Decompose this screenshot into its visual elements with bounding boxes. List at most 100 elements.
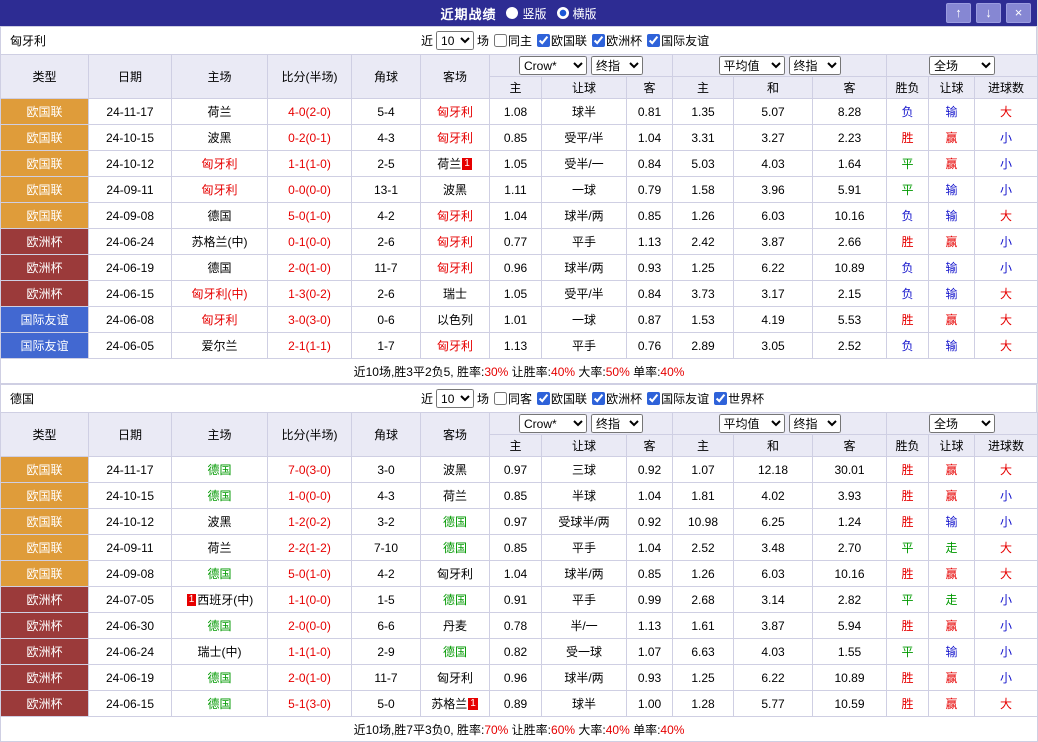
away-team: 匈牙利 <box>421 333 490 359</box>
asian-odds-value: 0.87 <box>627 307 673 333</box>
competition-badge: 欧国联 <box>1 177 89 203</box>
sub-column-header: 进球数 <box>975 435 1038 457</box>
home-team: 爱尔兰 <box>172 333 268 359</box>
average-select[interactable]: 平均值 <box>719 414 785 433</box>
odds-company-select[interactable]: Crow* <box>519 414 587 433</box>
asian-odds-value: 球半/两 <box>542 255 627 281</box>
filter-checkbox-input[interactable] <box>647 34 660 47</box>
filter-checkbox[interactable]: 国际友谊 <box>647 32 709 49</box>
filter-checkbox[interactable]: 欧国联 <box>537 390 587 407</box>
asian-odds-value: 半球 <box>542 483 627 509</box>
filter-checkbox[interactable]: 同客 <box>494 390 532 407</box>
column-header: 日期 <box>89 55 172 99</box>
match-row: 欧洲杯24-06-15匈牙利(中)1-3(0-2)2-6瑞士1.05受平/半0.… <box>1 281 1038 307</box>
column-header: 比分(半场) <box>268 55 352 99</box>
asian-odds-value: 1.13 <box>627 229 673 255</box>
euro-odds-value: 4.02 <box>734 483 813 509</box>
match-date: 24-10-12 <box>89 151 172 177</box>
corners: 0-6 <box>352 307 421 333</box>
filter-checkbox[interactable]: 欧洲杯 <box>592 390 642 407</box>
result-value: 胜 <box>887 691 929 717</box>
filter-checkbox[interactable]: 国际友谊 <box>647 390 709 407</box>
score: 0-1(0-0) <box>268 229 352 255</box>
euro-odds-value: 3.87 <box>734 613 813 639</box>
filter-checkbox-input[interactable] <box>714 392 727 405</box>
asian-odds-value: 受一球 <box>542 639 627 665</box>
radio-horizontal-input[interactable] <box>557 7 569 19</box>
competition-badge: 欧洲杯 <box>1 691 89 717</box>
competition-badge: 欧洲杯 <box>1 281 89 307</box>
competition-badge: 欧洲杯 <box>1 255 89 281</box>
euro-odds-value: 3.05 <box>734 333 813 359</box>
filter-checkbox[interactable]: 同主 <box>494 32 532 49</box>
home-team: 瑞士(中) <box>172 639 268 665</box>
radio-vertical-input[interactable] <box>506 7 518 19</box>
asian-odds-value: 一球 <box>542 177 627 203</box>
filter-label: 欧洲杯 <box>606 32 642 49</box>
euro-odds-value: 10.16 <box>813 203 887 229</box>
filter-checkbox-input[interactable] <box>494 392 507 405</box>
radio-vertical-layout[interactable]: 竖版 <box>506 5 546 22</box>
filter-checkbox-input[interactable] <box>537 34 550 47</box>
asian-odds-value: 0.93 <box>627 255 673 281</box>
scope-header: 全场 <box>887 55 1038 77</box>
corners: 13-1 <box>352 177 421 203</box>
match-row: 欧洲杯24-06-19德国2-0(1-0)11-7匈牙利0.96球半/两0.93… <box>1 255 1038 281</box>
corners: 3-0 <box>352 457 421 483</box>
euro-odds-header: 平均值终指 <box>673 55 887 77</box>
euro-final-select[interactable]: 终指 <box>789 56 841 75</box>
odds-final-select[interactable]: 终指 <box>591 56 643 75</box>
games-label: 场 <box>477 390 489 407</box>
odds-company-select[interactable]: Crow* <box>519 56 587 75</box>
asian-odds-value: 0.76 <box>627 333 673 359</box>
column-header: 角球 <box>352 55 421 99</box>
move-down-button[interactable]: ↓ <box>976 3 1001 23</box>
euro-odds-value: 10.89 <box>813 255 887 281</box>
column-header: 客场 <box>421 55 490 99</box>
close-button[interactable]: × <box>1006 3 1031 23</box>
competition-badge: 欧国联 <box>1 561 89 587</box>
radio-horizontal-layout[interactable]: 横版 <box>557 5 597 22</box>
asian-odds-value: 1.13 <box>490 333 542 359</box>
away-team: 荷兰1 <box>421 151 490 177</box>
away-team: 瑞士 <box>421 281 490 307</box>
filter-checkbox[interactable]: 欧洲杯 <box>592 32 642 49</box>
filter-checkbox-input[interactable] <box>647 392 660 405</box>
average-select[interactable]: 平均值 <box>719 56 785 75</box>
recent-count-select[interactable]: 10 <box>436 31 474 50</box>
scope-select[interactable]: 全场 <box>929 56 995 75</box>
summary-text: 近10场,胜7平3负0, 胜率:70% 让胜率:60% 大率:40% 单率:40… <box>1 717 1038 742</box>
filter-checkbox-input[interactable] <box>592 392 605 405</box>
sub-column-header: 让球 <box>929 435 975 457</box>
recent-count-select[interactable]: 10 <box>436 389 474 408</box>
column-header: 类型 <box>1 55 89 99</box>
euro-odds-value: 1.25 <box>673 255 734 281</box>
result-value: 胜 <box>887 307 929 333</box>
filter-checkbox-input[interactable] <box>592 34 605 47</box>
result-value: 负 <box>887 203 929 229</box>
match-row: 欧国联24-11-17德国7-0(3-0)3-0波黑0.97三球0.921.07… <box>1 457 1038 483</box>
euro-final-select[interactable]: 终指 <box>789 414 841 433</box>
euro-odds-value: 1.64 <box>813 151 887 177</box>
result-value: 大 <box>975 535 1038 561</box>
move-up-button[interactable]: ↑ <box>946 3 971 23</box>
filter-checkbox[interactable]: 世界杯 <box>714 390 764 407</box>
competition-badge: 欧国联 <box>1 535 89 561</box>
scope-select[interactable]: 全场 <box>929 414 995 433</box>
match-date: 24-06-15 <box>89 281 172 307</box>
asian-odds-value: 0.93 <box>627 665 673 691</box>
asian-odds-value: 0.89 <box>490 691 542 717</box>
filter-checkbox-input[interactable] <box>537 392 550 405</box>
euro-odds-value: 6.22 <box>734 665 813 691</box>
euro-odds-value: 2.68 <box>673 587 734 613</box>
asian-odds-header: Crow*终指 <box>490 413 673 435</box>
result-value: 赢 <box>929 457 975 483</box>
team-section-1: 德国近10场同客欧国联欧洲杯国际友谊世界杯类型日期主场比分(半场)角球客场Cro… <box>0 384 1037 742</box>
result-value: 胜 <box>887 483 929 509</box>
match-row: 欧国联24-11-17荷兰4-0(2-0)5-4匈牙利1.08球半0.811.3… <box>1 99 1038 125</box>
odds-final-select[interactable]: 终指 <box>591 414 643 433</box>
filter-checkbox[interactable]: 欧国联 <box>537 32 587 49</box>
near-label: 近 <box>421 32 433 49</box>
filter-checkbox-input[interactable] <box>494 34 507 47</box>
score: 1-1(1-0) <box>268 639 352 665</box>
